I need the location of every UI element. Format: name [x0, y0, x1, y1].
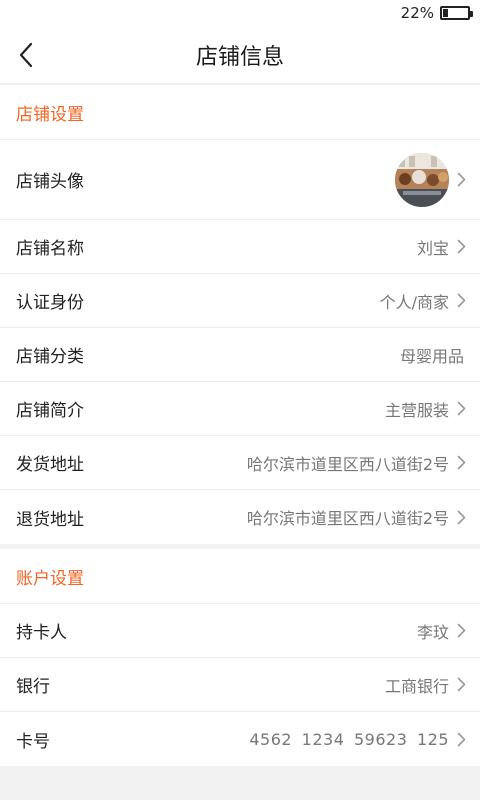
chevron-right-icon: [457, 293, 466, 308]
account-setting-row[interactable]: 卡号 4562 1234 59623 125: [0, 712, 480, 766]
shop-setting-row-label: 认证身份: [16, 293, 84, 313]
account-settings-header: 账户设置: [0, 549, 480, 604]
chevron-right-icon: [457, 172, 466, 187]
shop-setting-row[interactable]: 认证身份 个人/商家: [0, 274, 480, 328]
shop-avatar-label: 店铺头像: [16, 172, 84, 192]
account-setting-row-value: 工商银行: [384, 676, 449, 696]
shop-setting-row-value: 哈尔滨市道里区西八道街2号: [246, 509, 449, 528]
shop-setting-row-label: 店铺名称: [16, 239, 84, 259]
shop-settings-header: 店铺设置: [0, 85, 480, 140]
chevron-right-icon: [457, 510, 466, 525]
nav-bar: 店铺信息: [0, 26, 480, 84]
back-button[interactable]: [0, 26, 52, 84]
account-setting-row[interactable]: 银行 工商银行: [0, 658, 480, 712]
shop-setting-row-value: 主营服装: [384, 400, 449, 420]
battery-level-fill: [443, 9, 449, 17]
shop-setting-row-label: 发货地址: [16, 455, 84, 475]
shop-setting-row[interactable]: 发货地址 哈尔滨市道里区西八道街2号: [0, 436, 480, 490]
back-arrow-icon: [19, 42, 33, 68]
shop-setting-row-value: 哈尔滨市道里区西八道街2号: [246, 454, 449, 474]
page-title: 店铺信息: [195, 44, 284, 70]
account-setting-row-label: 卡号: [16, 731, 50, 752]
shop-setting-row-label: 退货地址: [16, 509, 84, 530]
chevron-right-icon: [457, 623, 466, 638]
shop-setting-row-value: 母婴用品: [399, 346, 464, 366]
shop-setting-row[interactable]: 退货地址 哈尔滨市道里区西八道街2号: [0, 490, 480, 544]
account-setting-row[interactable]: 持卡人 李玟: [0, 604, 480, 658]
shop-setting-row-value: 个人/商家: [379, 292, 449, 312]
battery-icon: [440, 6, 473, 20]
shop-avatar-row[interactable]: 店铺头像: [0, 140, 480, 220]
shop-setting-row-value: 刘宝: [416, 238, 449, 258]
battery-percentage: 22%: [400, 4, 434, 22]
account-settings-section: 账户设置 持卡人 李玟银行 工商银行卡号 4562 1234 59623 125: [0, 549, 480, 766]
shop-setting-row[interactable]: 店铺简介 主营服装: [0, 382, 480, 436]
status-bar: 22%: [0, 0, 480, 26]
account-setting-row-label: 持卡人: [16, 623, 67, 643]
account-setting-row-value: 李玟: [416, 622, 449, 642]
shop-avatar-image: [395, 152, 449, 207]
shop-setting-row-label: 店铺分类: [16, 347, 84, 367]
chevron-right-icon: [457, 677, 466, 692]
shop-setting-row[interactable]: 店铺名称 刘宝: [0, 220, 480, 274]
chevron-right-icon: [457, 455, 466, 470]
shop-setting-row-label: 店铺简介: [16, 401, 84, 421]
shop-settings-section: 店铺设置 店铺头像 店铺名称 刘宝 认证身份 个人/商家 店铺分类 母婴用品 店…: [0, 85, 480, 544]
account-setting-row-value: 4562 1234 59623 125: [249, 729, 449, 749]
chevron-right-icon: [457, 401, 466, 416]
shop-setting-row[interactable]: 店铺分类 母婴用品: [0, 328, 480, 382]
chevron-right-icon: [457, 239, 466, 254]
chevron-right-icon: [457, 732, 466, 747]
account-setting-row-label: 银行: [16, 677, 50, 697]
